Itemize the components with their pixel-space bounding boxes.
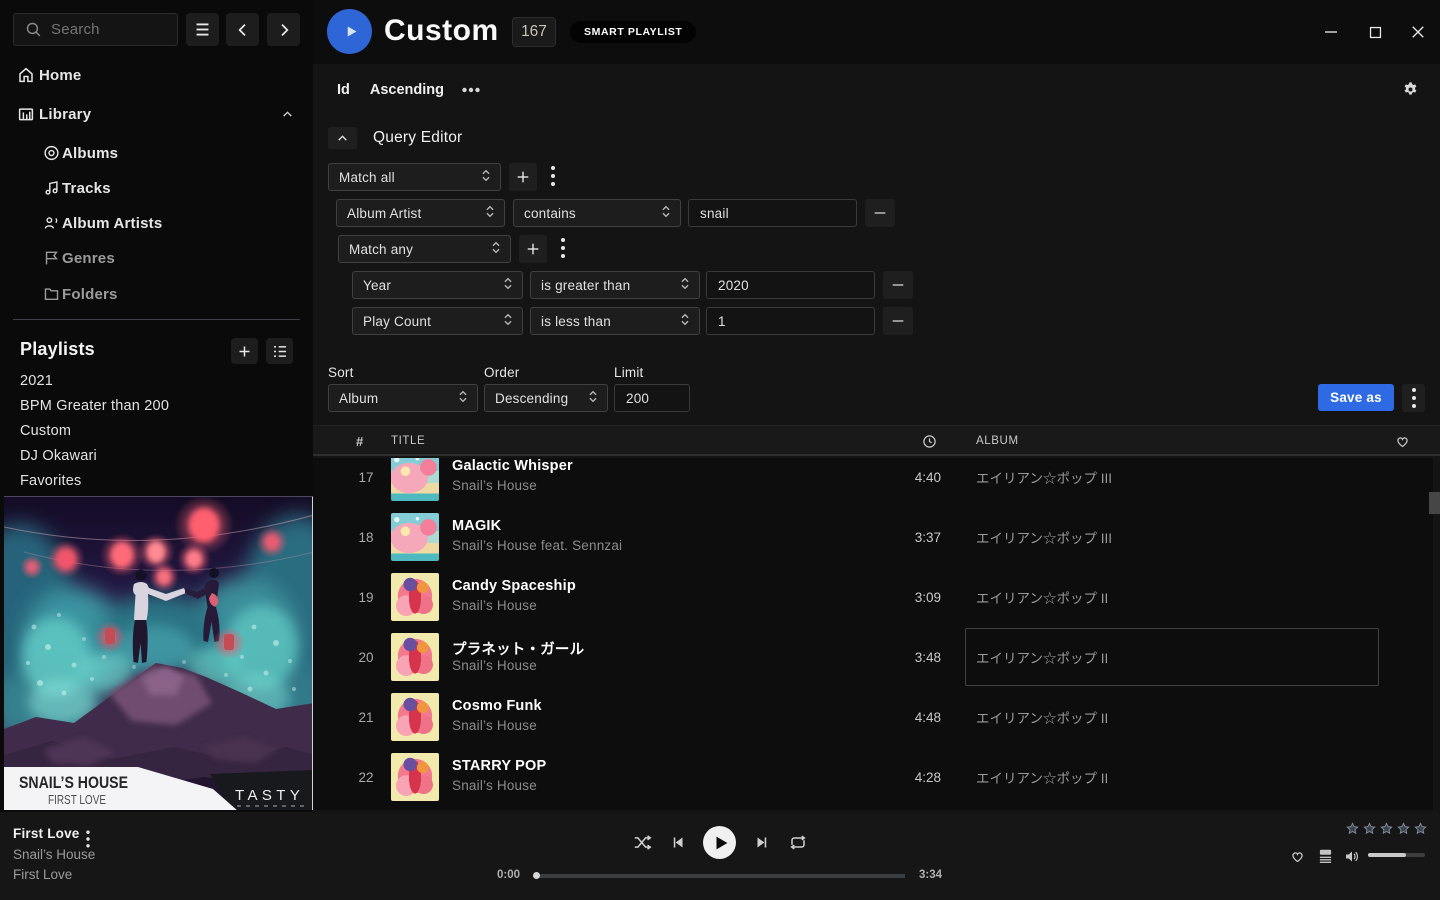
svg-text:FIRST LOVE: FIRST LOVE xyxy=(48,793,106,807)
svg-text:SNAIL’S HOUSE: SNAIL’S HOUSE xyxy=(19,773,128,792)
svg-text:TASTY: TASTY xyxy=(235,787,304,804)
